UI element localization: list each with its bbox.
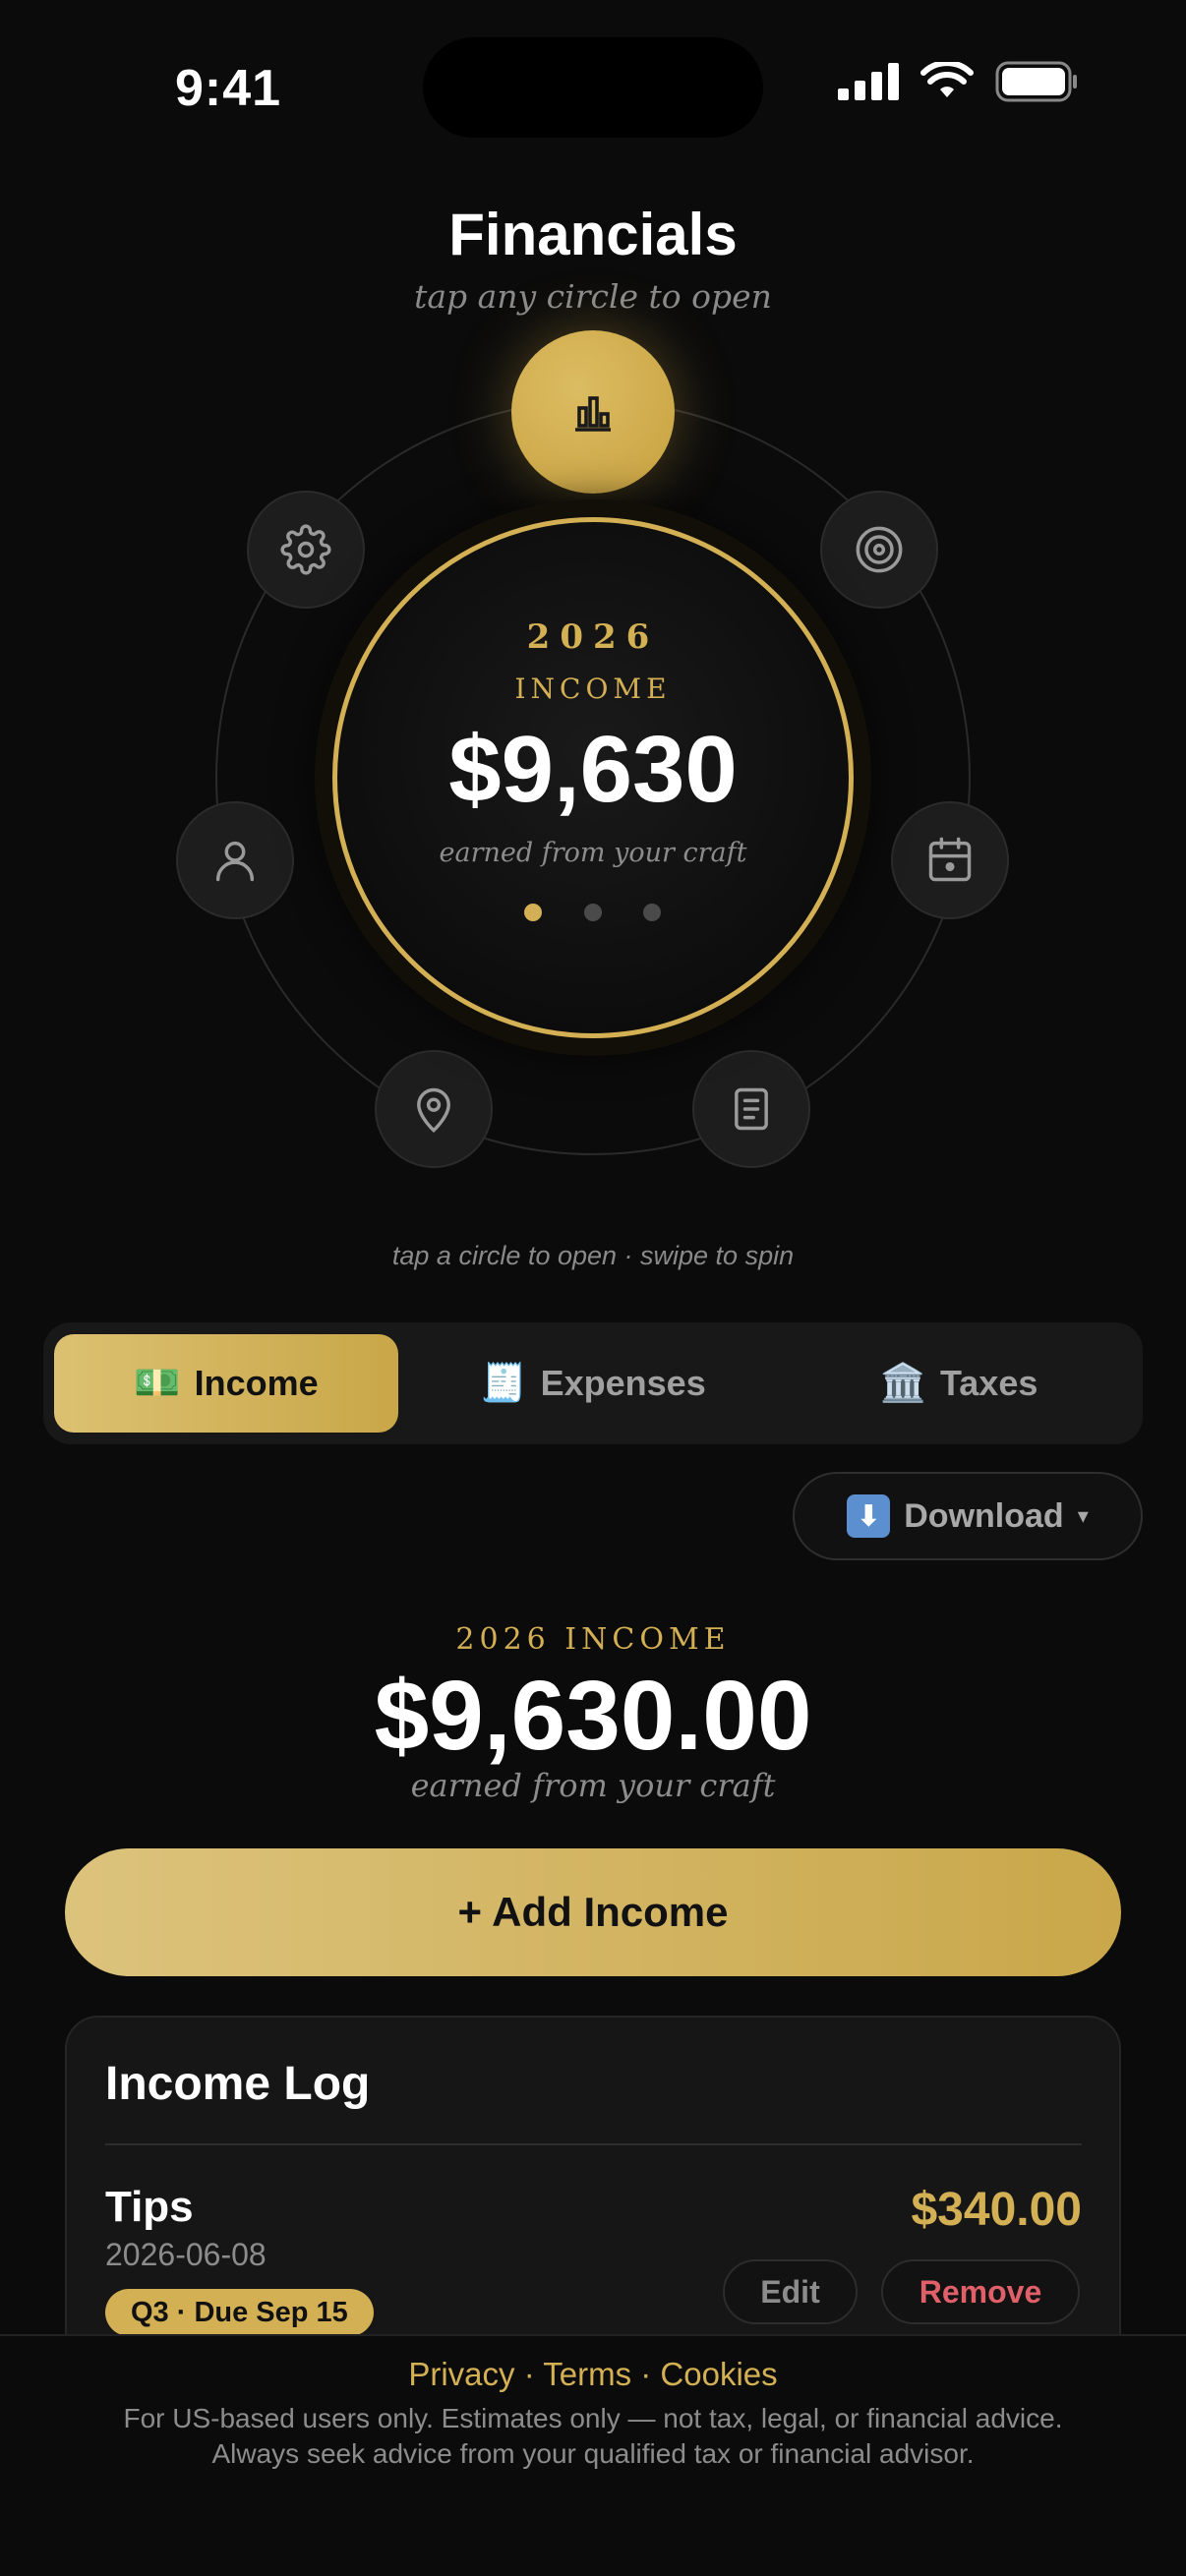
disclaimer-line-2: Always seek advice from your qualified t… xyxy=(211,2438,975,2469)
cellular-signal-icon xyxy=(838,63,899,100)
center-year: 2026 xyxy=(526,617,660,657)
entry-date: 2026-06-08 xyxy=(105,2237,267,2272)
orbit-calendar-button[interactable] xyxy=(891,801,1009,919)
settings-icon xyxy=(280,524,331,575)
wifi-icon xyxy=(920,62,974,97)
tab-taxes[interactable]: 🏛️ Taxes xyxy=(787,1334,1131,1433)
dynamic-island xyxy=(423,37,763,138)
footer-disclaimer: For US-based users only. Estimates only … xyxy=(0,2401,1186,2472)
battery-icon xyxy=(995,61,1077,102)
center-label: INCOME xyxy=(514,673,672,705)
page-dot-1[interactable] xyxy=(524,904,542,921)
document-icon xyxy=(735,1087,768,1131)
calendar-icon xyxy=(928,837,972,882)
orbit-location-button[interactable] xyxy=(375,1050,493,1168)
due-badge: Q3 · Due Sep 15 xyxy=(105,2289,374,2336)
orbit-documents-button[interactable] xyxy=(692,1050,810,1168)
page-title: Financials xyxy=(448,202,738,267)
page-subtitle: tap any circle to open xyxy=(414,277,772,316)
status-time: 9:41 xyxy=(175,60,282,117)
entry-amount: $340.00 xyxy=(911,2184,1082,2236)
divider xyxy=(105,2143,1082,2145)
orbit-goals-button[interactable] xyxy=(820,491,938,609)
download-button[interactable]: ⬇ Download ▾ xyxy=(793,1472,1143,1560)
download-label: Download xyxy=(904,1496,1064,1535)
receipt-icon: 🧾 xyxy=(480,1363,527,1404)
target-icon xyxy=(856,526,903,573)
summary-amount: $9,630.00 xyxy=(374,1661,812,1771)
bar-chart-icon xyxy=(575,396,611,432)
orbit-profile-button[interactable] xyxy=(176,801,294,919)
page-dot-3[interactable] xyxy=(643,904,661,921)
entry-name: Tips xyxy=(105,2183,194,2231)
tab-income-label: Income xyxy=(194,1363,319,1403)
location-pin-icon xyxy=(417,1087,450,1134)
add-income-button[interactable]: + Add Income xyxy=(65,1848,1121,1976)
page-dot-2[interactable] xyxy=(584,904,602,921)
center-caption: earned from your craft xyxy=(439,838,747,868)
orbit-charts-button[interactable] xyxy=(511,330,675,494)
tab-expenses[interactable]: 🧾 Expenses xyxy=(421,1334,765,1433)
footer-links[interactable]: Privacy · Terms · Cookies xyxy=(0,2356,1186,2393)
chevron-down-icon: ▾ xyxy=(1077,1503,1089,1528)
money-icon: 💵 xyxy=(134,1363,181,1404)
summary-label: 2026 INCOME xyxy=(455,1622,731,1657)
download-arrow-icon: ⬇ xyxy=(847,1494,891,1538)
summary-caption: earned from your craft xyxy=(410,1767,776,1804)
tab-taxes-label: Taxes xyxy=(939,1363,1038,1403)
bank-icon: 🏛️ xyxy=(879,1363,926,1404)
orbit-hint: tap a circle to open · swipe to spin xyxy=(391,1241,795,1270)
disclaimer-line-1: For US-based users only. Estimates only … xyxy=(123,2403,1063,2433)
tab-income[interactable]: 💵 Income xyxy=(54,1334,398,1433)
tab-expenses-label: Expenses xyxy=(540,1363,706,1403)
remove-button[interactable]: Remove xyxy=(881,2259,1080,2324)
orbit-settings-button[interactable] xyxy=(247,491,365,609)
edit-button[interactable]: Edit xyxy=(723,2259,858,2324)
person-icon xyxy=(215,841,255,882)
status-icons xyxy=(838,61,1078,102)
income-log-title: Income Log xyxy=(105,2058,371,2110)
center-amount: $9,630 xyxy=(448,717,738,822)
